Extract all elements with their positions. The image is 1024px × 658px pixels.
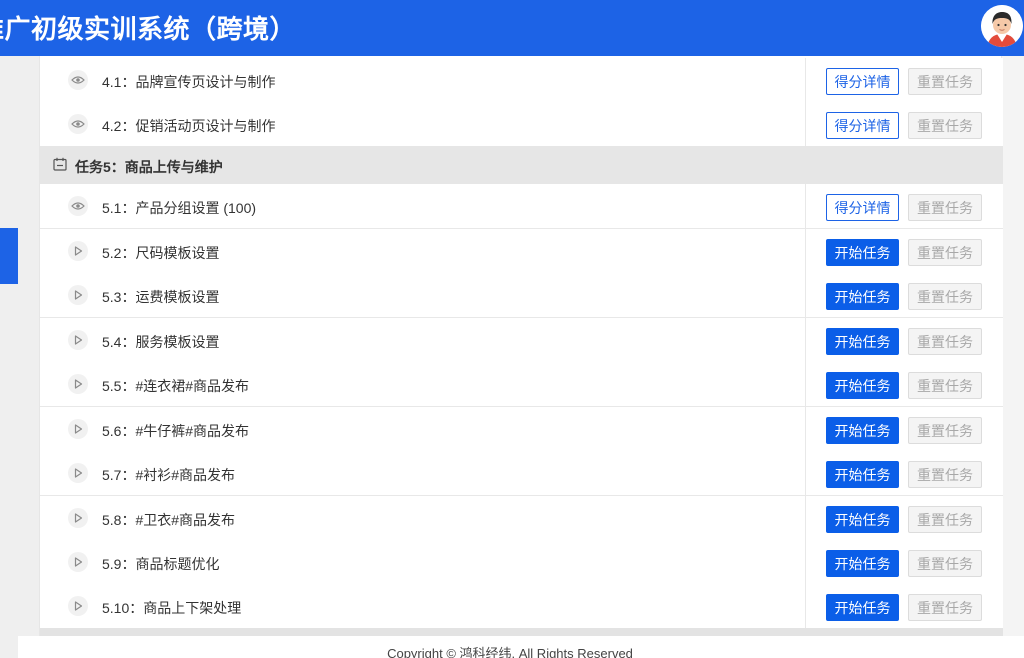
reset-task-button[interactable]: 重置任务 bbox=[908, 328, 982, 355]
column-divider bbox=[805, 102, 806, 146]
task-label: 5.6：#牛仔裤#商品发布 bbox=[102, 423, 250, 439]
task-row-5-3: 5.3：运费模板设置 开始任务 重置任务 bbox=[40, 273, 1003, 318]
column-divider bbox=[805, 184, 806, 228]
task-label: 5.8：#卫衣#商品发布 bbox=[102, 512, 236, 528]
task-row-5-10: 5.10：商品上下架处理 开始任务 重置任务 bbox=[40, 584, 1003, 629]
play-icon bbox=[68, 241, 88, 261]
task-list-panel: 4.1：品牌宣传页设计与制作 得分详情 重置任务 4.2：促销活动页设计与制作 … bbox=[39, 56, 1003, 636]
score-details-button[interactable]: 得分详情 bbox=[826, 194, 899, 221]
column-divider bbox=[805, 407, 806, 451]
task-label: 5.4：服务模板设置 bbox=[102, 334, 220, 350]
eye-icon bbox=[68, 114, 88, 134]
column-divider bbox=[805, 496, 806, 540]
reset-task-button[interactable]: 重置任务 bbox=[908, 461, 982, 488]
task-label: 5.1：产品分组设置 (100) bbox=[102, 200, 257, 216]
task-row-5-9: 5.9：商品标题优化 开始任务 重置任务 bbox=[40, 540, 1003, 585]
score-details-button[interactable]: 得分详情 bbox=[826, 68, 899, 95]
reset-task-button[interactable]: 重置任务 bbox=[908, 68, 982, 95]
task-label: 4.1：品牌宣传页设计与制作 bbox=[102, 74, 276, 90]
section-header-task5[interactable]: 任务5：商品上传与维护 bbox=[40, 146, 1003, 184]
start-task-button[interactable]: 开始任务 bbox=[826, 239, 899, 266]
reset-task-button[interactable]: 重置任务 bbox=[908, 112, 982, 139]
column-divider bbox=[805, 362, 806, 406]
score-details-button[interactable]: 得分详情 bbox=[826, 112, 899, 139]
task-label: 5.9：商品标题优化 bbox=[102, 556, 220, 572]
task-row-5-2: 5.2：尺码模板设置 开始任务 重置任务 bbox=[40, 229, 1003, 274]
play-icon bbox=[68, 419, 88, 439]
reset-task-button[interactable]: 重置任务 bbox=[908, 417, 982, 444]
list-bottom-edge bbox=[40, 628, 1003, 636]
task-label: 5.10：商品上下架处理 bbox=[102, 600, 242, 616]
eye-icon bbox=[68, 70, 88, 90]
start-task-button[interactable]: 开始任务 bbox=[826, 461, 899, 488]
task-label: 5.2：尺码模板设置 bbox=[102, 245, 220, 261]
column-divider bbox=[805, 229, 806, 273]
reset-task-button[interactable]: 重置任务 bbox=[908, 372, 982, 399]
column-divider bbox=[805, 273, 806, 317]
column-divider bbox=[805, 318, 806, 362]
user-avatar[interactable] bbox=[981, 5, 1023, 47]
play-icon bbox=[68, 463, 88, 483]
task-row-5-6: 5.6：#牛仔裤#商品发布 开始任务 重置任务 bbox=[40, 407, 1003, 452]
app-title: 推广初级实训系统（跨境） bbox=[0, 15, 297, 45]
sidebar-toggle-tab[interactable] bbox=[0, 228, 18, 284]
task-label: 5.5：#连衣裙#商品发布 bbox=[102, 378, 250, 394]
task-label: 4.2：促销活动页设计与制作 bbox=[102, 118, 276, 134]
copyright-text: Copyright © 鸿科经纬. All Rights Reserved bbox=[387, 646, 633, 658]
task-row-4-2: 4.2：促销活动页设计与制作 得分详情 重置任务 bbox=[40, 102, 1003, 147]
start-task-button[interactable]: 开始任务 bbox=[826, 417, 899, 444]
play-icon bbox=[68, 508, 88, 528]
column-divider bbox=[805, 584, 806, 628]
column-divider bbox=[805, 540, 806, 584]
play-icon bbox=[68, 285, 88, 305]
reset-task-button[interactable]: 重置任务 bbox=[908, 506, 982, 533]
task-row-5-7: 5.7：#衬衫#商品发布 开始任务 重置任务 bbox=[40, 451, 1003, 496]
reset-task-button[interactable]: 重置任务 bbox=[908, 283, 982, 310]
column-divider bbox=[805, 58, 806, 102]
play-icon bbox=[68, 552, 88, 572]
start-task-button[interactable]: 开始任务 bbox=[826, 506, 899, 533]
reset-task-button[interactable]: 重置任务 bbox=[908, 239, 982, 266]
task-row-4-1: 4.1：品牌宣传页设计与制作 得分详情 重置任务 bbox=[40, 58, 1003, 103]
column-divider bbox=[805, 451, 806, 495]
task-label: 5.3：运费模板设置 bbox=[102, 289, 220, 305]
task-row-5-8: 5.8：#卫衣#商品发布 开始任务 重置任务 bbox=[40, 496, 1003, 541]
calendar-icon bbox=[53, 157, 67, 176]
app-header: 推广初级实训系统（跨境） bbox=[0, 0, 1024, 56]
section-title: 任务5：商品上传与维护 bbox=[75, 159, 223, 175]
play-icon bbox=[68, 596, 88, 616]
task-row-5-1: 5.1：产品分组设置 (100) 得分详情 重置任务 bbox=[40, 184, 1003, 229]
eye-icon bbox=[68, 196, 88, 216]
play-icon bbox=[68, 374, 88, 394]
right-margin bbox=[1002, 56, 1024, 636]
reset-task-button[interactable]: 重置任务 bbox=[908, 594, 982, 621]
task-row-5-4: 5.4：服务模板设置 开始任务 重置任务 bbox=[40, 318, 1003, 363]
task-row-5-5: 5.5：#连衣裙#商品发布 开始任务 重置任务 bbox=[40, 362, 1003, 407]
reset-task-button[interactable]: 重置任务 bbox=[908, 194, 982, 221]
start-task-button[interactable]: 开始任务 bbox=[826, 283, 899, 310]
task-label: 5.7：#衬衫#商品发布 bbox=[102, 467, 236, 483]
start-task-button[interactable]: 开始任务 bbox=[826, 372, 899, 399]
start-task-button[interactable]: 开始任务 bbox=[826, 594, 899, 621]
start-task-button[interactable]: 开始任务 bbox=[826, 328, 899, 355]
start-task-button[interactable]: 开始任务 bbox=[826, 550, 899, 577]
reset-task-button[interactable]: 重置任务 bbox=[908, 550, 982, 577]
play-icon bbox=[68, 330, 88, 350]
